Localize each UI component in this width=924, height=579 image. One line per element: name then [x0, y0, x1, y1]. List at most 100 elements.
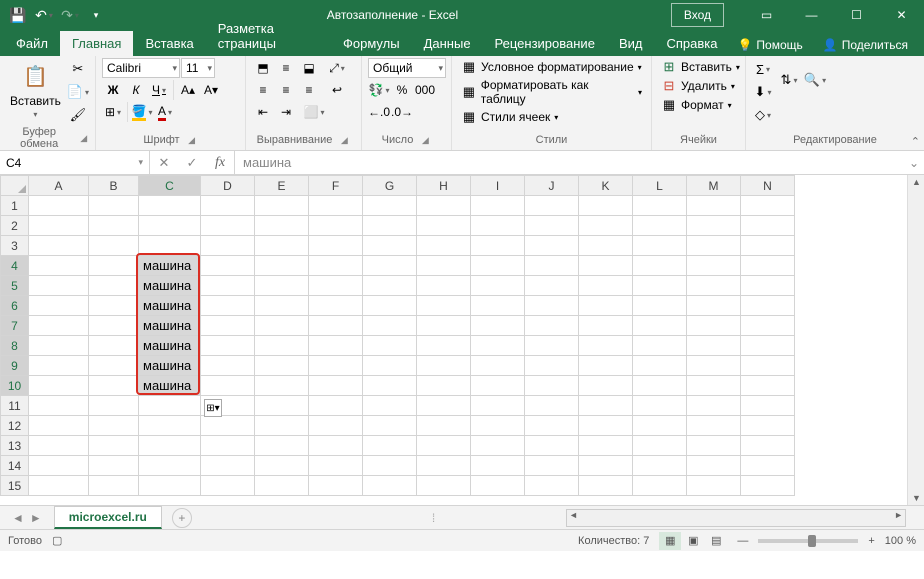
cell-D13[interactable] — [201, 436, 255, 456]
cell-N10[interactable] — [741, 376, 795, 396]
fill-button[interactable]: ⬇ — [752, 81, 774, 103]
cell-B11[interactable] — [89, 396, 139, 416]
col-header-D[interactable]: D — [201, 176, 255, 196]
cell-N12[interactable] — [741, 416, 795, 436]
cell-A5[interactable] — [29, 276, 89, 296]
cell-F7[interactable] — [309, 316, 363, 336]
sheet-nav-next[interactable]: ► — [30, 511, 42, 525]
cell-G14[interactable] — [363, 456, 417, 476]
number-format-combo[interactable]: Общий — [368, 58, 446, 78]
cell-K9[interactable] — [579, 356, 633, 376]
cell-J12[interactable] — [525, 416, 579, 436]
cell-A13[interactable] — [29, 436, 89, 456]
cell-H7[interactable] — [417, 316, 471, 336]
cell-K15[interactable] — [579, 476, 633, 496]
col-header-J[interactable]: J — [525, 176, 579, 196]
col-header-H[interactable]: H — [417, 176, 471, 196]
cell-I11[interactable] — [471, 396, 525, 416]
cell-K13[interactable] — [579, 436, 633, 456]
cell-M15[interactable] — [687, 476, 741, 496]
cell-M6[interactable] — [687, 296, 741, 316]
cell-N7[interactable] — [741, 316, 795, 336]
fill-color-button[interactable]: 🪣 — [131, 102, 153, 122]
cell-F9[interactable] — [309, 356, 363, 376]
cell-D12[interactable] — [201, 416, 255, 436]
page-break-view-button[interactable]: ▤ — [705, 532, 727, 550]
cell-D6[interactable] — [201, 296, 255, 316]
cell-M14[interactable] — [687, 456, 741, 476]
minimize-button[interactable]: — — [789, 0, 834, 30]
cell-L8[interactable] — [633, 336, 687, 356]
borders-button[interactable]: ⊞ — [102, 102, 124, 122]
cell-C7[interactable]: машина — [139, 316, 201, 336]
align-left-button[interactable]: ≡ — [252, 80, 274, 100]
cell-D10[interactable] — [201, 376, 255, 396]
col-header-B[interactable]: B — [89, 176, 139, 196]
cell-F8[interactable] — [309, 336, 363, 356]
cell-F6[interactable] — [309, 296, 363, 316]
align-center-button[interactable]: ≡ — [275, 80, 297, 100]
cell-B10[interactable] — [89, 376, 139, 396]
cell-G6[interactable] — [363, 296, 417, 316]
percent-button[interactable]: % — [391, 80, 413, 100]
tab-insert[interactable]: Вставка — [133, 31, 205, 56]
cell-H11[interactable] — [417, 396, 471, 416]
cell-A4[interactable] — [29, 256, 89, 276]
cut-button[interactable]: ✂ — [67, 58, 89, 80]
increase-decimal-button[interactable]: ←.0 — [368, 102, 390, 122]
col-header-I[interactable]: I — [471, 176, 525, 196]
cell-F13[interactable] — [309, 436, 363, 456]
cell-E12[interactable] — [255, 416, 309, 436]
normal-view-button[interactable]: ▦ — [659, 532, 681, 550]
cell-F15[interactable] — [309, 476, 363, 496]
cell-I10[interactable] — [471, 376, 525, 396]
cell-F3[interactable] — [309, 236, 363, 256]
tab-data[interactable]: Данные — [412, 31, 483, 56]
cell-F2[interactable] — [309, 216, 363, 236]
number-dialog-launcher[interactable]: ◢ — [419, 134, 431, 146]
row-header-12[interactable]: 12 — [1, 416, 29, 436]
cell-E5[interactable] — [255, 276, 309, 296]
cell-G11[interactable] — [363, 396, 417, 416]
cell-G3[interactable] — [363, 236, 417, 256]
cell-I7[interactable] — [471, 316, 525, 336]
cell-K1[interactable] — [579, 196, 633, 216]
zoom-slider[interactable] — [758, 539, 858, 543]
cell-H12[interactable] — [417, 416, 471, 436]
clear-button[interactable]: ◇ — [752, 104, 774, 126]
cell-M1[interactable] — [687, 196, 741, 216]
cell-J6[interactable] — [525, 296, 579, 316]
shrink-font-button[interactable]: A▾ — [200, 80, 222, 100]
row-header-1[interactable]: 1 — [1, 196, 29, 216]
cell-D3[interactable] — [201, 236, 255, 256]
row-header-15[interactable]: 15 — [1, 476, 29, 496]
bold-button[interactable]: Ж — [102, 80, 124, 100]
cell-D7[interactable] — [201, 316, 255, 336]
cell-E13[interactable] — [255, 436, 309, 456]
row-header-8[interactable]: 8 — [1, 336, 29, 356]
cell-E11[interactable] — [255, 396, 309, 416]
cell-C6[interactable]: машина — [139, 296, 201, 316]
cell-E6[interactable] — [255, 296, 309, 316]
cell-E7[interactable] — [255, 316, 309, 336]
cell-H2[interactable] — [417, 216, 471, 236]
col-header-N[interactable]: N — [741, 176, 795, 196]
cell-I4[interactable] — [471, 256, 525, 276]
align-top-button[interactable]: ⬒ — [252, 58, 274, 78]
col-header-L[interactable]: L — [633, 176, 687, 196]
formula-input[interactable]: машина — [235, 151, 904, 174]
cell-L5[interactable] — [633, 276, 687, 296]
cell-A14[interactable] — [29, 456, 89, 476]
cell-K14[interactable] — [579, 456, 633, 476]
zoom-in-button[interactable]: + — [868, 535, 874, 547]
decrease-indent-button[interactable]: ⇤ — [252, 102, 274, 122]
cell-C4[interactable]: машина — [139, 256, 201, 276]
col-header-A[interactable]: A — [29, 176, 89, 196]
cell-K10[interactable] — [579, 376, 633, 396]
cell-N13[interactable] — [741, 436, 795, 456]
cell-N5[interactable] — [741, 276, 795, 296]
cell-C10[interactable]: машина — [139, 376, 201, 396]
cell-K11[interactable] — [579, 396, 633, 416]
align-bottom-button[interactable]: ⬓ — [298, 58, 320, 78]
row-header-10[interactable]: 10 — [1, 376, 29, 396]
